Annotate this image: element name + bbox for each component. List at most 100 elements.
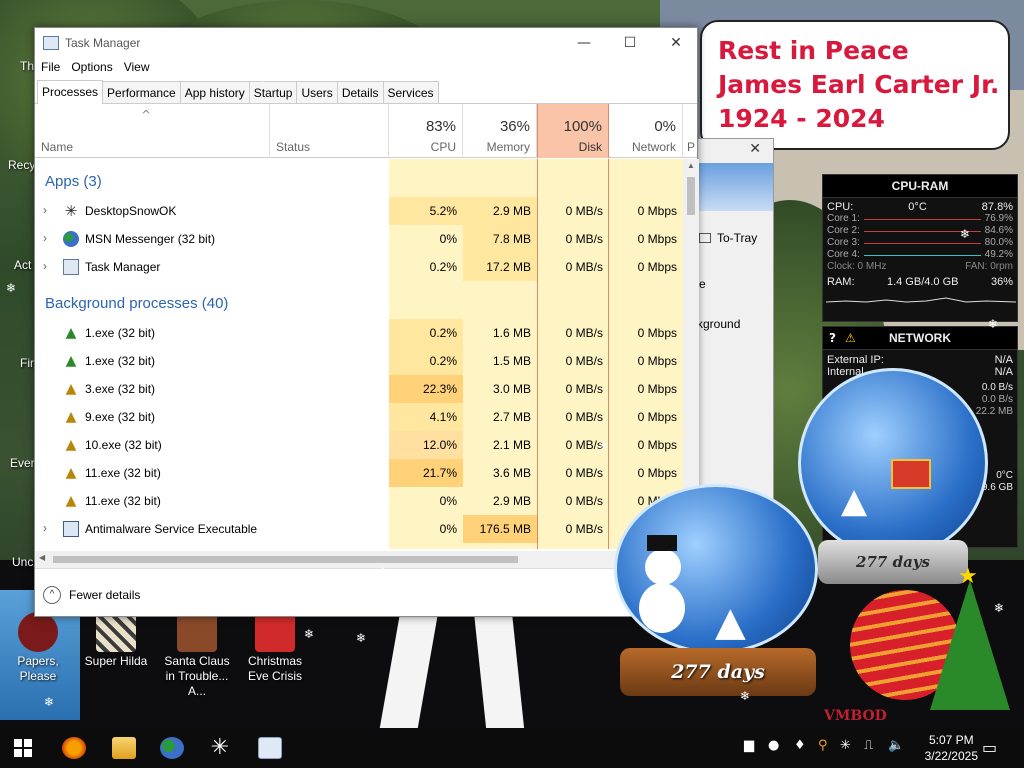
maximize-button[interactable]: ☐: [607, 32, 653, 54]
process-name: 11.exe (32 bit): [85, 466, 161, 480]
minimize-button[interactable]: —: [561, 32, 607, 54]
column-network-label: Network: [631, 140, 676, 154]
task-manager-icon[interactable]: [258, 737, 282, 759]
core-label: Core 2:: [827, 225, 860, 236]
desktop-icon-christmas-eve-crisis[interactable]: Christmas Eve Crisis: [236, 612, 314, 684]
desktop-icon-santa-claus[interactable]: Santa Claus in Trouble... A...: [158, 612, 236, 699]
table-row[interactable]: ▲ 11.exe (32 bit) 0% 2.9 MB 0 MB/s 0 Mbp…: [35, 487, 683, 515]
table-row[interactable]: ▲ 3.exe (32 bit) 22.3% 3.0 MB 0 MB/s 0 M…: [35, 375, 683, 403]
process-name: 1.exe (32 bit): [85, 354, 156, 368]
expand-icon[interactable]: ›: [43, 259, 47, 273]
tab-processes[interactable]: Processes: [37, 80, 104, 104]
column-status[interactable]: Status: [269, 104, 389, 158]
menu-options[interactable]: Options: [71, 58, 119, 78]
desktop-icon-label[interactable]: Ever: [10, 456, 35, 470]
disk-cell: 0 MB/s: [565, 466, 603, 480]
desktop-icon-label[interactable]: Act: [14, 258, 31, 272]
background-window[interactable]: ✕ To-Tray e kground: [696, 138, 774, 500]
tree-icon: ▲: [65, 353, 77, 369]
notification-icon[interactable]: ▭: [982, 738, 997, 757]
table-row[interactable]: › Task Manager 0.2% 17.2 MB 0 MB/s 0 Mbp…: [35, 253, 683, 281]
network-icon[interactable]: ⎍: [864, 738, 873, 753]
group-background-processes[interactable]: Background processes (40): [45, 295, 228, 312]
desktop-icon-label[interactable]: Recy: [8, 158, 35, 172]
tab-details[interactable]: Details: [336, 81, 384, 103]
cpu-cell: 22.3%: [389, 375, 463, 403]
table-row[interactable]: › Antimalware Service Executable 0% 176.…: [35, 515, 683, 543]
desktop-icon-papers-please[interactable]: Papers, Please: [2, 612, 74, 684]
msn-messenger-icon[interactable]: [160, 737, 184, 759]
tray-msn-icon[interactable]: ●: [768, 738, 779, 753]
rip-line-1: Rest in Peace: [718, 36, 909, 65]
group-apps[interactable]: Apps (3): [45, 173, 102, 190]
expand-icon[interactable]: ›: [43, 203, 47, 217]
menu-view[interactable]: View: [124, 58, 157, 78]
menu-file[interactable]: File: [41, 58, 67, 78]
fewer-details-button[interactable]: ^ Fewer details: [43, 586, 140, 604]
network-cell: 0 Mbps: [637, 438, 677, 452]
ram-label: RAM:: [827, 276, 855, 288]
desktop-icon-label[interactable]: Th: [20, 59, 34, 73]
column-disk[interactable]: 100% Disk: [537, 104, 609, 158]
table-row[interactable]: › MSN Messenger (32 bit) 0% 7.8 MB 0 MB/…: [35, 225, 683, 253]
table-row[interactable]: ▲ 1.exe (32 bit) 0.2% 1.6 MB 0 MB/s 0 Mb…: [35, 319, 683, 347]
desktop-icon-super-hilda[interactable]: Super Hilda: [80, 612, 152, 669]
network-cell: 0 Mbps: [637, 382, 677, 396]
scrollbar-thumb[interactable]: [53, 556, 518, 563]
tab-users[interactable]: Users: [296, 81, 338, 103]
volume-icon[interactable]: 🔈: [888, 738, 904, 753]
disk-cell: 0 MB/s: [565, 326, 603, 340]
cpu-temp: 0°C: [908, 201, 927, 213]
close-button[interactable]: ✕: [653, 32, 699, 54]
table-row[interactable]: › ✳ DesktopSnowOK 5.2% 2.9 MB 0 MB/s 0 M…: [35, 197, 683, 225]
cpu-ram-gadget[interactable]: CPU-RAM CPU: 0°C 87.8% Core 1: 76.9% Core…: [822, 174, 1018, 322]
task-manager-window[interactable]: Task Manager — ☐ ✕ File Options View Pro…: [34, 27, 699, 617]
tab-performance[interactable]: Performance: [102, 81, 181, 103]
desktop-icon-label: Christmas Eve Crisis: [247, 654, 302, 683]
table-row[interactable]: ▲ 11.exe (32 bit) 21.7% 3.6 MB 0 MB/s 0 …: [35, 459, 683, 487]
table-row[interactable]: ▲ 1.exe (32 bit) 0.2% 1.5 MB 0 MB/s 0 Mb…: [35, 347, 683, 375]
network-cell: 0 Mbps: [637, 204, 677, 218]
cpu-cell: 0%: [439, 494, 457, 508]
snowflake-icon: ❄: [740, 689, 751, 703]
start-button[interactable]: [14, 739, 32, 757]
scrollbar-thumb[interactable]: [687, 177, 695, 215]
snowman-body: [639, 583, 685, 633]
firefox-icon[interactable]: [62, 737, 86, 759]
expand-icon[interactable]: ›: [43, 231, 47, 245]
table-row[interactable]: ▲ 10.exe (32 bit) 12.0% 2.1 MB 0 MB/s 0 …: [35, 431, 683, 459]
help-icon[interactable]: ?: [829, 331, 836, 345]
tray-snow-icon[interactable]: ✳: [840, 738, 851, 753]
to-tray-button[interactable]: To-Tray: [699, 231, 757, 245]
scroll-left-icon[interactable]: ◀: [39, 553, 45, 562]
expand-icon[interactable]: ›: [43, 521, 47, 535]
column-memory[interactable]: 36% Memory: [463, 104, 537, 158]
file-explorer-icon[interactable]: [112, 737, 136, 759]
tray-app-icon[interactable]: ▆: [744, 738, 754, 753]
desktop-snow-icon[interactable]: ✳: [208, 737, 232, 759]
tree-icon: ▲: [65, 465, 77, 481]
table-row[interactable]: ▲ 9.exe (32 bit) 4.1% 2.7 MB 0 MB/s 0 Mb…: [35, 403, 683, 431]
desktop-icon-label[interactable]: Fir: [20, 356, 34, 370]
tray-icon: [699, 233, 711, 243]
tab-app-history[interactable]: App history: [179, 81, 250, 103]
memory-cell: 2.7 MB: [492, 410, 531, 424]
disk-cell: 0 MB/s: [565, 522, 603, 536]
column-cpu[interactable]: 83% CPU: [389, 104, 463, 158]
column-name[interactable]: ^ Name: [35, 104, 269, 158]
clock[interactable]: 5:07 PM 3/22/2025: [925, 732, 978, 764]
close-icon[interactable]: ✕: [749, 141, 761, 157]
scroll-up-icon[interactable]: ▲: [687, 161, 695, 170]
tab-startup[interactable]: Startup: [248, 81, 298, 103]
tab-services[interactable]: Services: [382, 81, 439, 103]
column-network[interactable]: 0% Network: [609, 104, 683, 158]
title-bar[interactable]: Task Manager — ☐ ✕: [35, 28, 697, 58]
horizontal-scrollbar[interactable]: ◀: [35, 551, 683, 568]
snow-globe: ▲: [798, 368, 988, 558]
desktop-icon-label: Santa Claus in Trouble... A...: [164, 654, 230, 698]
tray-search-icon[interactable]: ⚲: [818, 738, 828, 753]
core-bar: [863, 243, 981, 244]
tray-drop-icon[interactable]: ♦: [794, 738, 806, 753]
desktop-icon-label[interactable]: Unc: [12, 555, 33, 569]
column-power[interactable]: P: [683, 104, 699, 158]
